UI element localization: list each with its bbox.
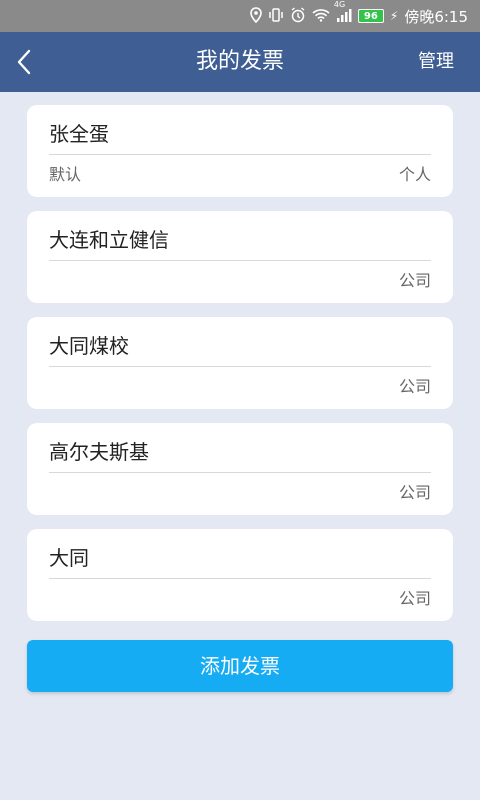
invoice-type: 公司 [398,377,431,396]
battery-level: 96 [363,10,378,22]
manage-button[interactable]: 管理 [418,32,454,92]
page-title: 我的发票 [195,49,284,74]
nav-bar: 我的发票 管理 [0,32,480,92]
network-type: 4G [333,0,346,9]
invoice-type: 公司 [398,589,431,608]
battery-icon: 96 [357,9,384,23]
default-tag: 默认 [49,165,82,184]
invoice-type: 公司 [398,483,431,502]
charging-icon: ⚡ [389,9,399,23]
invoice-name: 大同煤校 [49,334,129,358]
invoice-list: 张全蛋 默认 个人 大连和立健信 公司 大同煤校 公司 高尔夫斯基 公司 大同 … [27,105,453,635]
signal-icon: 4G [334,0,352,25]
divider [49,260,431,261]
invoice-card[interactable]: 大同 公司 [27,529,453,621]
wifi-icon [312,8,330,25]
chevron-left-icon [17,49,31,75]
divider [49,472,431,473]
location-icon [250,6,262,26]
divider [49,154,431,155]
vibrate-icon [268,7,284,26]
invoice-name: 张全蛋 [49,122,109,146]
invoice-card[interactable]: 张全蛋 默认 个人 [27,105,453,197]
status-time: 傍晚6:15 [404,7,468,26]
invoice-card[interactable]: 高尔夫斯基 公司 [27,423,453,515]
alarm-icon [290,6,306,26]
invoice-type: 个人 [398,165,431,184]
invoice-name: 大连和立健信 [49,228,169,252]
invoice-card[interactable]: 大连和立健信 公司 [27,211,453,303]
status-bar: 4G 96 ⚡ 傍晚6:15 [0,0,480,32]
invoice-card[interactable]: 大同煤校 公司 [27,317,453,409]
invoice-name: 高尔夫斯基 [49,440,149,464]
add-invoice-button[interactable]: 添加发票 [27,640,453,692]
back-button[interactable] [10,46,42,78]
invoice-name: 大同 [49,546,89,570]
invoice-type: 公司 [398,271,431,290]
divider [49,366,431,367]
divider [49,578,431,579]
